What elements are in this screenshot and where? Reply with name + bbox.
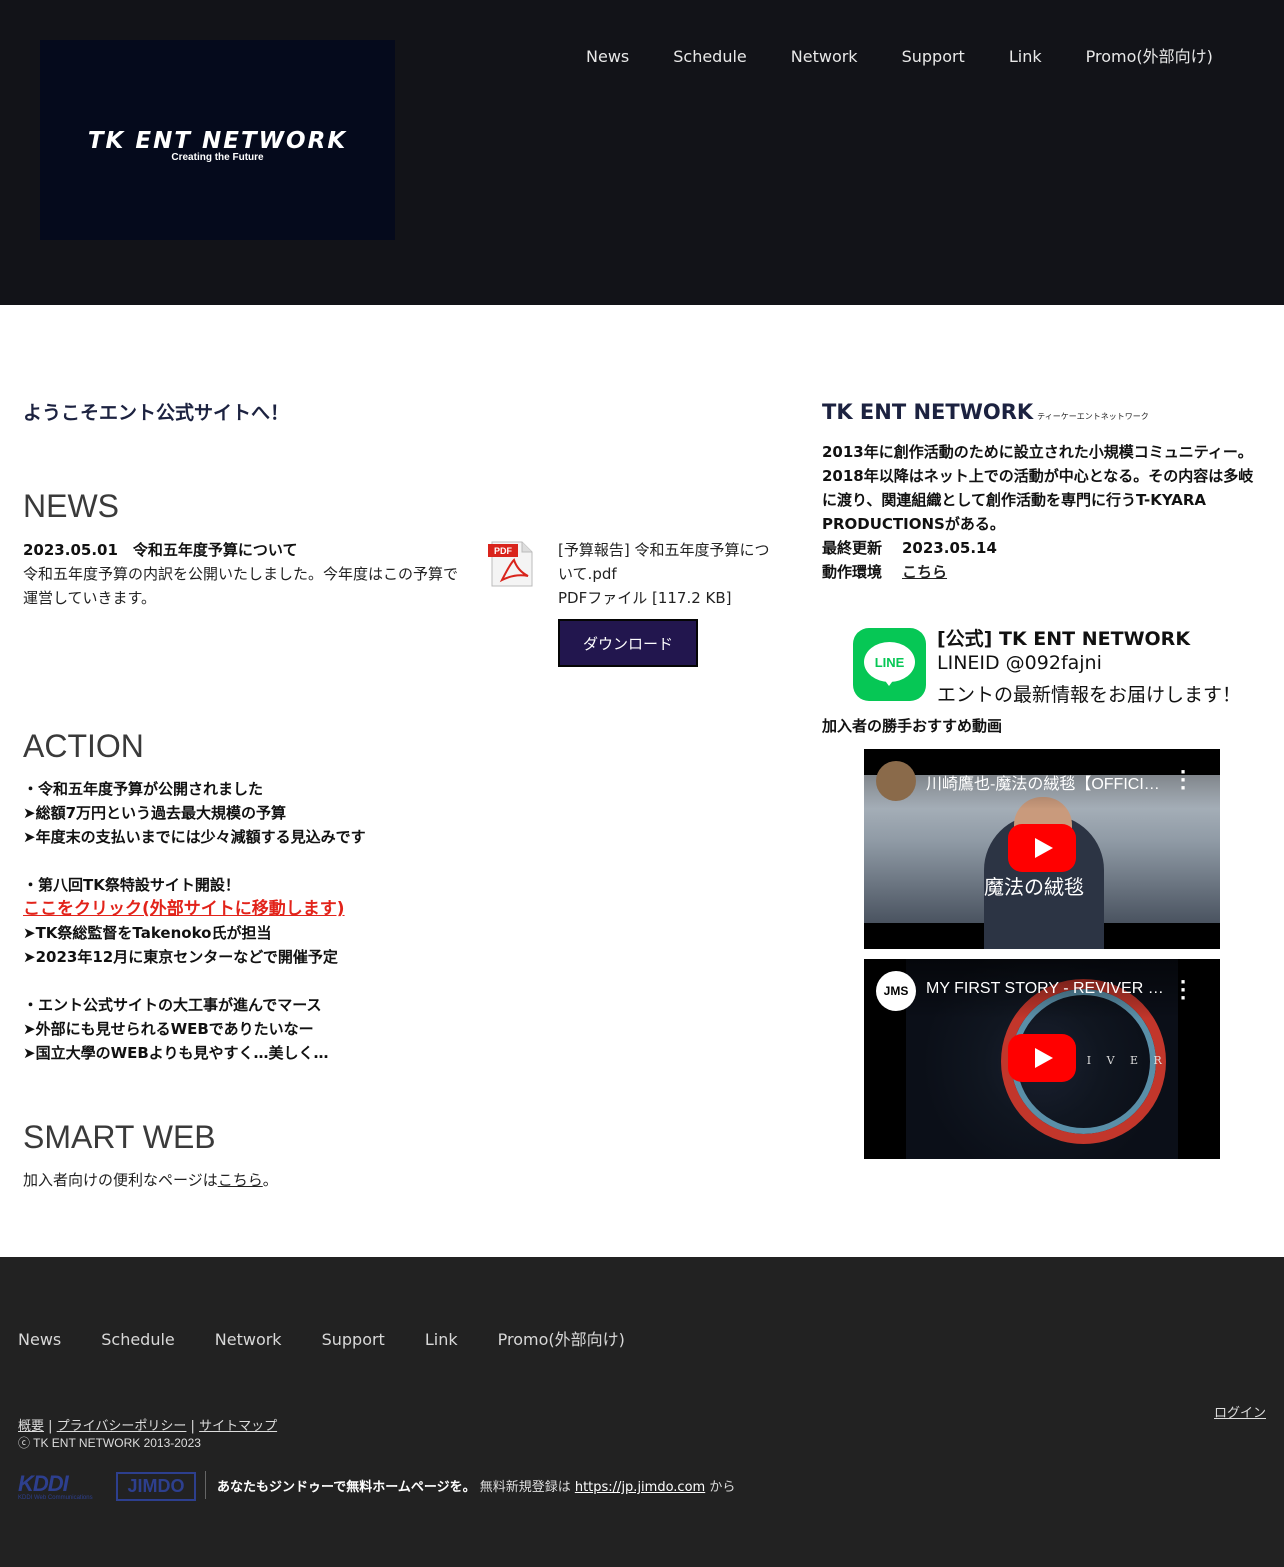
video-title[interactable]: 川崎鷹也-魔法の絨毯【OFFICIAL MUSIC VIDEO】 <box>926 770 1166 794</box>
action-line: ・第八回TK祭特設サイト開設！ <box>23 876 240 894</box>
action-line: ・エント公式サイトの大工事が進んでマース <box>23 996 322 1014</box>
nav-schedule[interactable]: Schedule <box>651 46 769 68</box>
action-line: ➤総額7万円という過去最大規模の予算 <box>23 804 287 822</box>
sidebar-title-ruby: ティーケーエントネットワーク <box>1037 412 1149 421</box>
nav-support[interactable]: Support <box>880 46 987 68</box>
news-item-body: 令和五年度予算の内訳を公開いたしました。今年度はこの予算で運営していきます。 <box>23 565 459 607</box>
legal-sitemap-link[interactable]: サイトマップ <box>199 1419 277 1434</box>
legal-about-link[interactable]: 概要 <box>18 1419 44 1434</box>
footer-nav-network[interactable]: Network <box>215 1329 282 1351</box>
last-updated-row: 最終更新 2023.05.14 <box>822 536 997 560</box>
site-header: TK ENT NETWORK Creating the Future News … <box>0 0 1284 305</box>
legal-links: 概要 | プライバシーポリシー | サイトマップ <box>18 1419 278 1434</box>
line-icon-text: LINE <box>874 655 905 670</box>
jimdo-logo[interactable]: JIMDO <box>116 1472 196 1501</box>
smart-web-text-after: 。 <box>262 1171 278 1189</box>
env-link[interactable]: こちら <box>902 563 947 581</box>
footer-divider <box>205 1471 206 1499</box>
nav-news[interactable]: News <box>564 46 651 68</box>
play-button-icon[interactable] <box>1008 824 1076 872</box>
action-line: ・令和五年度予算が公開されました <box>23 780 264 798</box>
sidebar-title-text: TK ENT NETWORK <box>822 400 1034 424</box>
action-heading: ACTION <box>23 728 144 764</box>
action-list: ・令和五年度予算が公開されました ➤総額7万円という過去最大規模の予算 ➤年度末… <box>23 777 366 1065</box>
footer-nav-link[interactable]: Link <box>425 1329 458 1351</box>
channel-avatar[interactable]: JMS <box>876 971 916 1011</box>
news-item-title: 2023.05.01 令和五年度予算について <box>23 541 298 559</box>
logo-text: TK ENT NETWORK <box>87 128 348 154</box>
main-nav: News Schedule Network Support Link Promo… <box>564 46 1235 68</box>
more-options-icon[interactable]: · · · <box>1176 764 1190 798</box>
action-line: ➤TK祭総監督をTakenoko氏が担当 <box>23 924 272 942</box>
news-heading: NEWS <box>23 488 119 524</box>
footer-nav-news[interactable]: News <box>18 1329 61 1351</box>
jimdo-link[interactable]: https://jp.jimdo.com <box>575 1480 705 1495</box>
jimdo-promo: あなたもジンドゥーで無料ホームページを。 無料新規登録は https://jp.… <box>217 1476 735 1495</box>
footer-nav-support[interactable]: Support <box>322 1329 385 1351</box>
last-updated-label: 最終更新 <box>822 539 883 557</box>
youtube-video-2[interactable]: R E V I V E R JMS MY FIRST STORY - REVIV… <box>864 959 1220 1159</box>
line-bubble-tail <box>883 678 895 686</box>
nav-promo[interactable]: Promo(外部向け) <box>1064 46 1235 68</box>
line-account-message: エントの最新情報をお届けします！ <box>937 684 1242 706</box>
pdf-icon: PDF <box>488 541 533 587</box>
smart-web-link[interactable]: こちら <box>218 1171 263 1189</box>
promo-bold: あなたもジンドゥーで無料ホームページを。 <box>217 1480 476 1495</box>
copyright: ⓒ TK ENT NETWORK 2013-2023 <box>18 1436 201 1450</box>
pdf-file-name[interactable]: [予算報告] 令和五年度予算について.pdf <box>558 538 778 586</box>
action-line: ➤国立大學のWEBよりも見やすく…美しく… <box>23 1044 329 1062</box>
site-footer: News Schedule Network Support Link Promo… <box>0 1257 1284 1567</box>
youtube-video-1[interactable]: 魔法の絨毯 川崎鷹也-魔法の絨毯【OFFICIAL MUSIC VIDEO】 ·… <box>864 749 1220 949</box>
line-app-icon[interactable]: LINE <box>853 628 926 701</box>
env-label: 動作環境 <box>822 563 883 581</box>
legal-privacy-link[interactable]: プライバシーポリシー <box>57 1419 187 1434</box>
promo-text: 無料新規登録は <box>475 1480 575 1495</box>
action-line: ➤外部にも見せられるWEBでありたいなー <box>23 1020 314 1038</box>
footer-nav-promo[interactable]: Promo(外部向け) <box>498 1329 625 1351</box>
site-logo[interactable]: TK ENT NETWORK Creating the Future <box>40 40 395 240</box>
video-title[interactable]: MY FIRST STORY - REVIVER -Official Video… <box>926 980 1166 998</box>
action-line: ➤年度末の支払いまでには少々減額する見込みです <box>23 828 366 846</box>
kddi-logo[interactable]: KDDI <box>18 1471 69 1497</box>
tk-festival-link[interactable]: ここをクリック(外部サイトに移動します) <box>23 899 345 919</box>
nav-network[interactable]: Network <box>769 46 880 68</box>
action-line: ➤2023年12月に東京センターなどで開催予定 <box>23 948 338 966</box>
promo-after: から <box>705 1480 736 1495</box>
video-overlay-text: 魔法の絨毯 <box>984 875 1084 899</box>
action-line-blank <box>23 969 366 993</box>
smart-web-heading: SMART WEB <box>23 1119 216 1155</box>
footer-nav: News Schedule Network Support Link Promo… <box>18 1329 665 1351</box>
channel-avatar[interactable] <box>876 761 916 801</box>
footer-nav-schedule[interactable]: Schedule <box>101 1329 175 1351</box>
smart-web-text-before: 加入者向けの便利なページは <box>23 1171 218 1189</box>
welcome-heading: ようこそエント公式サイトへ！ <box>23 402 290 424</box>
line-account-id: LINEID @092fajni <box>937 652 1102 674</box>
logo-tagline: Creating the Future <box>171 152 264 163</box>
download-button[interactable]: ダウンロード <box>558 619 698 667</box>
last-updated-value: 2023.05.14 <box>902 539 997 557</box>
smart-web-text: 加入者向けの便利なページはこちら。 <box>23 1168 278 1192</box>
pdf-file-meta: PDFファイル [117.2 KB] <box>558 589 732 607</box>
env-row: 動作環境 こちら <box>822 560 947 584</box>
play-button-icon[interactable] <box>1008 1034 1076 1082</box>
sidebar-title: TK ENT NETWORK ティーケーエントネットワーク <box>822 400 1149 424</box>
kddi-logo-sub: KDDI Web Communications <box>18 1495 93 1501</box>
more-options-icon[interactable]: · · · <box>1176 974 1190 1008</box>
action-line-link-row: ここをクリック(外部サイトに移動します) <box>23 897 366 921</box>
nav-link[interactable]: Link <box>987 46 1064 68</box>
login-link[interactable]: ログイン <box>1214 1402 1266 1421</box>
sidebar-description: 2013年に創作活動のために設立された小規模コミュニティー。2018年以降はネッ… <box>822 443 1254 533</box>
line-account-name: [公式] TK ENT NETWORK <box>937 628 1191 650</box>
recommended-videos-label: 加入者の勝手おすすめ動画 <box>822 717 1003 735</box>
action-line-blank <box>23 849 366 873</box>
pdf-icon-label: PDF <box>494 546 513 556</box>
